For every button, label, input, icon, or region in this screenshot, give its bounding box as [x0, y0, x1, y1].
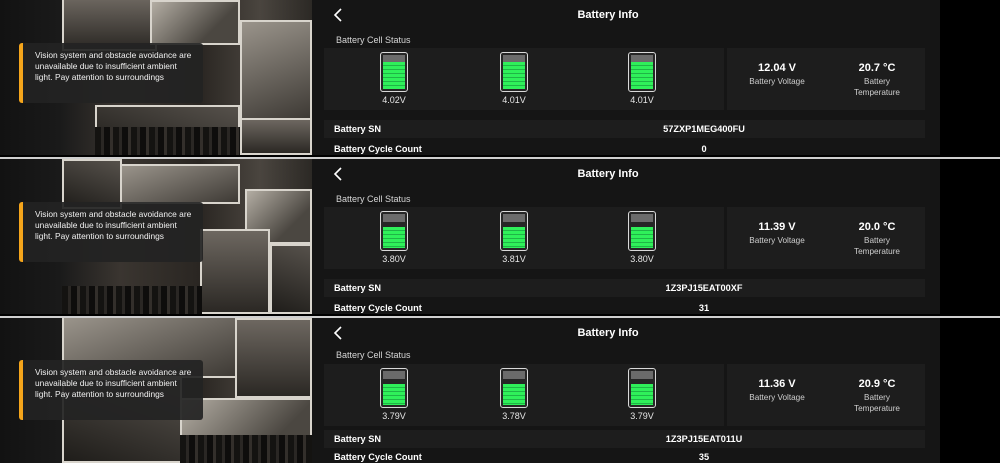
low-light-warning-toast: Vision system and obstacle avoidance are… [19, 202, 203, 262]
cell-voltage: 4.01V [630, 95, 654, 105]
cell-status-label: Battery Cell Status [336, 350, 411, 360]
battery-sn-value: 1Z3PJ15EAT011U [665, 434, 743, 444]
battery-stats: 11.36 V Battery Voltage 20.9 °C Battery … [727, 364, 925, 426]
battery-temperature-stat: 20.9 °C Battery Temperature [829, 378, 925, 414]
battery-stats: 11.39 V Battery Voltage 20.0 °C Battery … [727, 207, 925, 269]
battery-voltage-value: 11.36 V [758, 378, 796, 390]
battery-sn-label: Battery SN [334, 283, 381, 293]
battery-info-screen: Vision system and obstacle avoidance are… [0, 159, 1000, 314]
battery-voltage-value: 11.39 V [758, 221, 796, 233]
cell-voltage: 4.02V [382, 95, 406, 105]
battery-sn-row: Battery SN 1Z3PJ15EAT011U [324, 430, 925, 448]
battery-info-panel: Battery Info Battery Cell Status 4.02V 4… [312, 0, 940, 155]
low-light-warning-toast: Vision system and obstacle avoidance are… [19, 43, 203, 103]
low-light-warning-toast: Vision system and obstacle avoidance are… [19, 360, 203, 420]
battery-voltage-label: Battery Voltage [749, 393, 805, 402]
battery-cell: 3.80V [374, 211, 414, 264]
battery-temperature-label: Battery Temperature [854, 236, 900, 256]
battery-cycle-row: Battery Cycle Count 31 [324, 299, 925, 314]
battery-cell: 3.81V [494, 211, 534, 264]
cell-voltage: 3.78V [502, 411, 526, 421]
page-title: Battery Info [577, 9, 639, 21]
battery-temperature-value: 20.0 °C [858, 221, 896, 233]
battery-info-screen: Vision system and obstacle avoidance are… [0, 0, 1000, 155]
battery-sn-value: 1Z3PJ15EAT00XF [665, 283, 743, 293]
battery-temperature-value: 20.7 °C [858, 62, 896, 74]
battery-cycle-value: 31 [698, 303, 710, 313]
battery-temperature-stat: 20.0 °C Battery Temperature [829, 221, 925, 257]
battery-sn-value: 57ZXP1MEG400FU [663, 124, 745, 134]
battery-temperature-label: Battery Temperature [854, 393, 900, 413]
battery-cell-icon [380, 368, 408, 408]
battery-voltage-label: Battery Voltage [749, 236, 805, 245]
page-title: Battery Info [577, 327, 639, 339]
battery-cell-icon [500, 211, 528, 251]
battery-cell: 3.78V [494, 368, 534, 421]
battery-cell: 4.01V [494, 52, 534, 105]
battery-cell: 4.02V [374, 52, 414, 105]
battery-cycle-label: Battery Cycle Count [334, 452, 422, 462]
cell-voltage: 3.80V [382, 254, 406, 264]
battery-cell: 4.01V [622, 52, 662, 105]
battery-stats: 12.04 V Battery Voltage 20.7 °C Battery … [727, 48, 925, 110]
battery-cell-icon [500, 52, 528, 92]
battery-cycle-label: Battery Cycle Count [334, 144, 422, 154]
battery-temperature-stat: 20.7 °C Battery Temperature [829, 62, 925, 98]
battery-sn-row: Battery SN 57ZXP1MEG400FU [324, 120, 925, 138]
battery-cycle-row: Battery Cycle Count 35 [324, 448, 925, 463]
battery-voltage-stat: 11.36 V Battery Voltage [729, 378, 825, 403]
cell-status-area: 3.79V 3.78V 3.79V [324, 364, 724, 426]
cell-voltage: 3.81V [502, 254, 526, 264]
battery-sn-row: Battery SN 1Z3PJ15EAT00XF [324, 279, 925, 297]
battery-cell-icon [380, 52, 408, 92]
battery-voltage-label: Battery Voltage [749, 77, 805, 86]
battery-cell-icon [380, 211, 408, 251]
battery-cell: 3.79V [622, 368, 662, 421]
cell-voltage: 4.01V [502, 95, 526, 105]
battery-sn-label: Battery SN [334, 124, 381, 134]
battery-voltage-stat: 11.39 V Battery Voltage [729, 221, 825, 246]
battery-cell-icon [628, 368, 656, 408]
battery-cell-icon [628, 52, 656, 92]
battery-temperature-label: Battery Temperature [854, 77, 900, 97]
cell-status-area: 4.02V 4.01V 4.01V [324, 48, 724, 110]
cell-voltage: 3.80V [630, 254, 654, 264]
cell-status-label: Battery Cell Status [336, 35, 411, 45]
battery-cycle-row: Battery Cycle Count 0 [324, 140, 925, 155]
battery-cycle-value: 0 [701, 144, 707, 154]
battery-cell-icon [628, 211, 656, 251]
battery-cell-icon [500, 368, 528, 408]
battery-info-panel: Battery Info Battery Cell Status 3.79V 3… [312, 318, 940, 463]
battery-cell: 3.80V [622, 211, 662, 264]
battery-cycle-label: Battery Cycle Count [334, 303, 422, 313]
battery-voltage-value: 12.04 V [758, 62, 796, 74]
battery-sn-label: Battery SN [334, 434, 381, 444]
page-title: Battery Info [577, 168, 639, 180]
battery-cell: 3.79V [374, 368, 414, 421]
battery-info-screen: Vision system and obstacle avoidance are… [0, 318, 1000, 463]
battery-cycle-value: 35 [698, 452, 710, 462]
cell-voltage: 3.79V [382, 411, 406, 421]
battery-voltage-stat: 12.04 V Battery Voltage [729, 62, 825, 87]
cell-status-area: 3.80V 3.81V 3.80V [324, 207, 724, 269]
battery-temperature-value: 20.9 °C [858, 378, 896, 390]
battery-info-panel: Battery Info Battery Cell Status 3.80V 3… [312, 159, 940, 314]
cell-status-label: Battery Cell Status [336, 194, 411, 204]
cell-voltage: 3.79V [630, 411, 654, 421]
